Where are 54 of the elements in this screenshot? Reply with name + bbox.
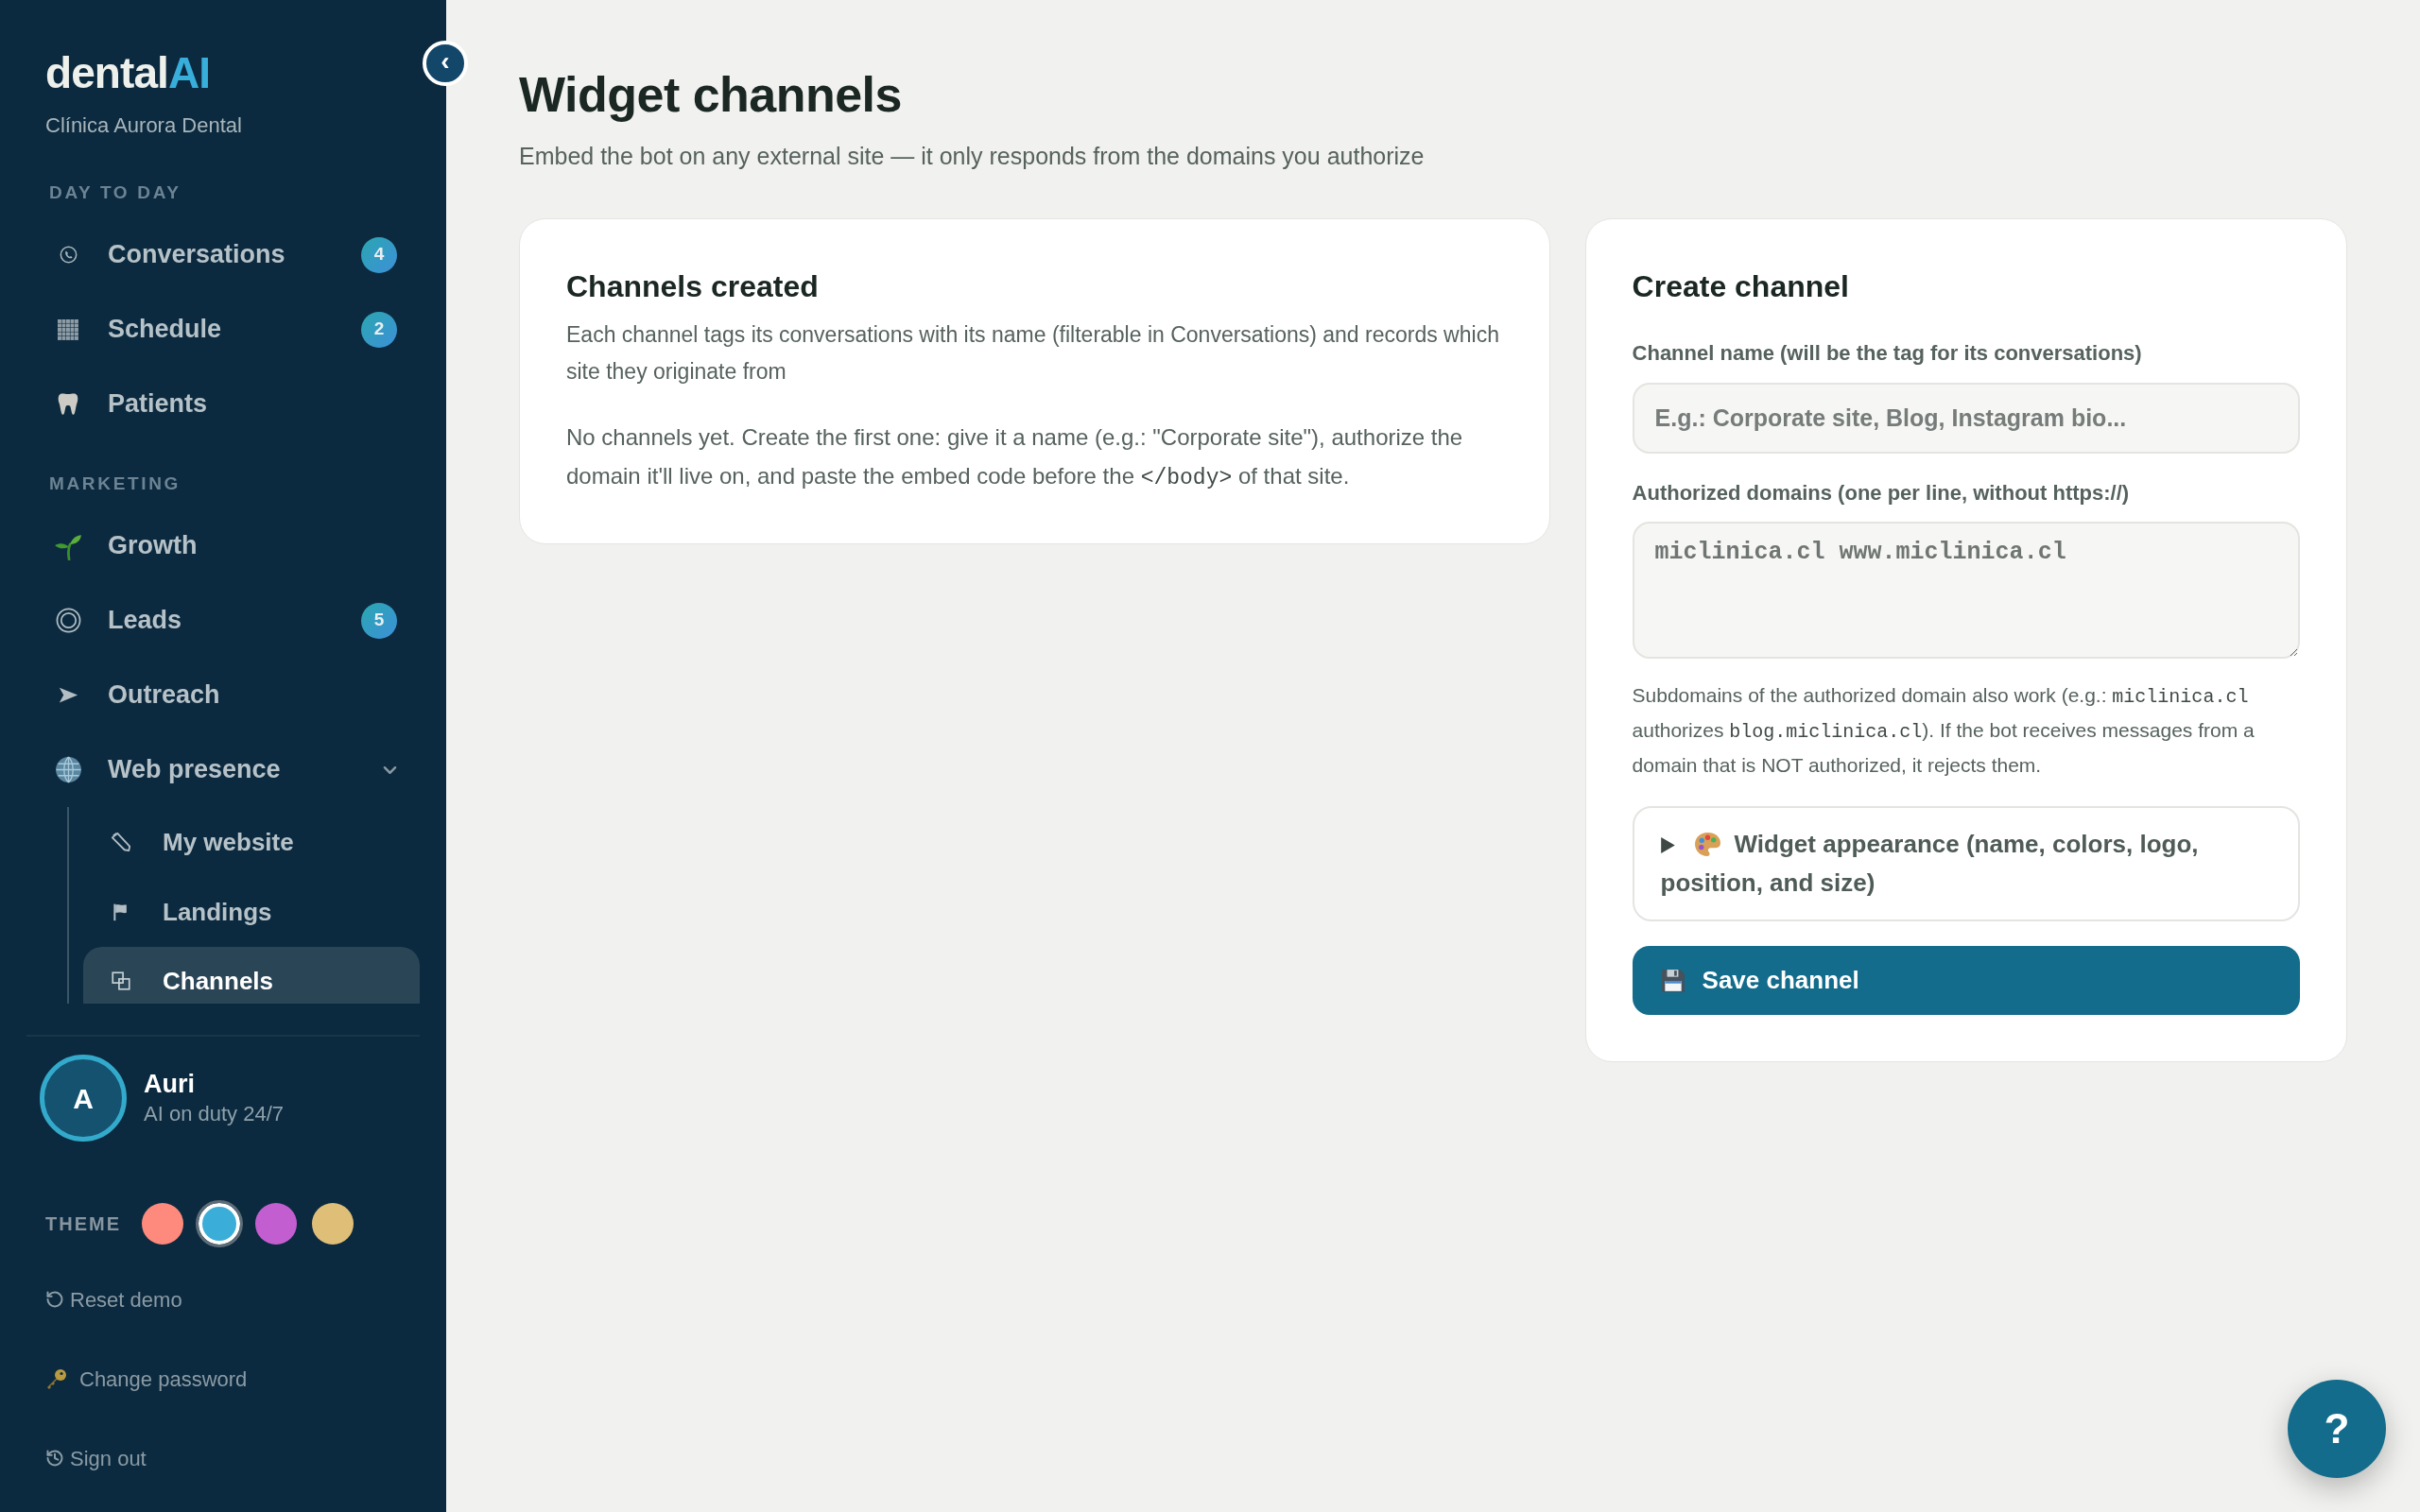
squares-icon xyxy=(112,971,130,990)
sidebar-link[interactable]: Reset demo xyxy=(45,1280,182,1318)
theme-label: THEME xyxy=(45,1212,121,1236)
nav-item[interactable]: Conversations 4 xyxy=(26,217,420,292)
domains-hint: Subdomains of the authorized domain also work (e.g.: miclinica.cl authorizes blog.miclinica.cl). If the bot receives messages from a domain that is NOT authorized, it rejects them. xyxy=(1632,683,2256,778)
nav-item[interactable]: Growth xyxy=(26,508,420,583)
count-badge: 5 xyxy=(361,602,397,639)
nav-item[interactable]: Schedule 2 xyxy=(26,292,420,367)
phone-icon xyxy=(59,246,78,264)
logo: dentalAI xyxy=(44,48,211,97)
target-icon xyxy=(55,608,81,633)
palette-icon xyxy=(1693,832,1721,857)
count-badge: 4 xyxy=(361,236,397,273)
field-label: Authorized domains (one per line, without https://) xyxy=(1632,480,2131,507)
empty-state-message: No channels yet. Create the first one: give it a name (e.g.: "Corporate site"), authorize the domain it'll live on, and paste the embed code before the </body> of that site. xyxy=(566,423,1464,492)
section-heading: DAY TO DAY xyxy=(48,181,182,204)
history-icon xyxy=(45,1449,64,1468)
save-button[interactable]: Save channel xyxy=(1632,946,2300,1015)
arrowhead-icon xyxy=(58,685,78,705)
key-icon xyxy=(45,1367,68,1390)
card-title: Create channel xyxy=(1632,268,1850,305)
globe-icon xyxy=(54,756,82,783)
nav-subitem[interactable]: Channels xyxy=(83,947,420,1004)
sidebar-link[interactable]: Change password xyxy=(45,1360,248,1398)
grid-icon xyxy=(58,318,78,340)
reset-icon xyxy=(45,1290,64,1309)
nav-subitem[interactable]: Landings xyxy=(83,877,420,947)
nav-item[interactable]: Patients xyxy=(26,367,420,441)
clinic-name: Clínica Aurora Dental xyxy=(44,112,242,139)
assistant-status: AI on duty 24/7 xyxy=(144,1101,284,1127)
section-heading: MARKETING xyxy=(48,472,181,495)
channel-name-input[interactable]: E.g.: Corporate site, Blog, Instagram bio... xyxy=(1632,383,2300,454)
nav-item[interactable]: Leads 5 xyxy=(26,583,420,658)
field-label: Channel name (will be the tag for its conversations) xyxy=(1632,340,2143,367)
domains-textarea[interactable]: miclinica.cl www.miclinica.cl xyxy=(1632,522,2300,659)
color-swatch[interactable] xyxy=(199,1203,240,1245)
count-badge: 2 xyxy=(361,311,397,348)
page-subtitle: Embed the bot on any external site — it only responds from the domains you authorize xyxy=(519,142,1426,171)
color-swatch[interactable] xyxy=(255,1203,297,1245)
floppy-icon xyxy=(1660,968,1685,993)
page-title: Widget channels xyxy=(519,66,903,123)
nav-item[interactable]: Web presence xyxy=(26,732,420,807)
nav-item[interactable]: Outreach xyxy=(26,658,420,732)
assistant-name: Auri xyxy=(144,1069,196,1100)
card-title: Channels created xyxy=(566,268,820,305)
nav-subitem[interactable]: My website xyxy=(83,807,420,877)
expandable-section[interactable]: Widget appearance (name, colors, logo, position, and size) xyxy=(1632,806,2300,921)
pencil-icon xyxy=(111,832,131,852)
avatar: A xyxy=(40,1055,127,1142)
sidebar-link[interactable]: Sign out xyxy=(45,1439,147,1477)
card-description: Each channel tags its conversations with its name (filterable in Conversations) and records which site they originate from xyxy=(566,321,1500,386)
color-swatch[interactable] xyxy=(312,1203,354,1245)
color-swatch[interactable] xyxy=(142,1203,183,1245)
chevron-icon[interactable] xyxy=(383,765,397,775)
